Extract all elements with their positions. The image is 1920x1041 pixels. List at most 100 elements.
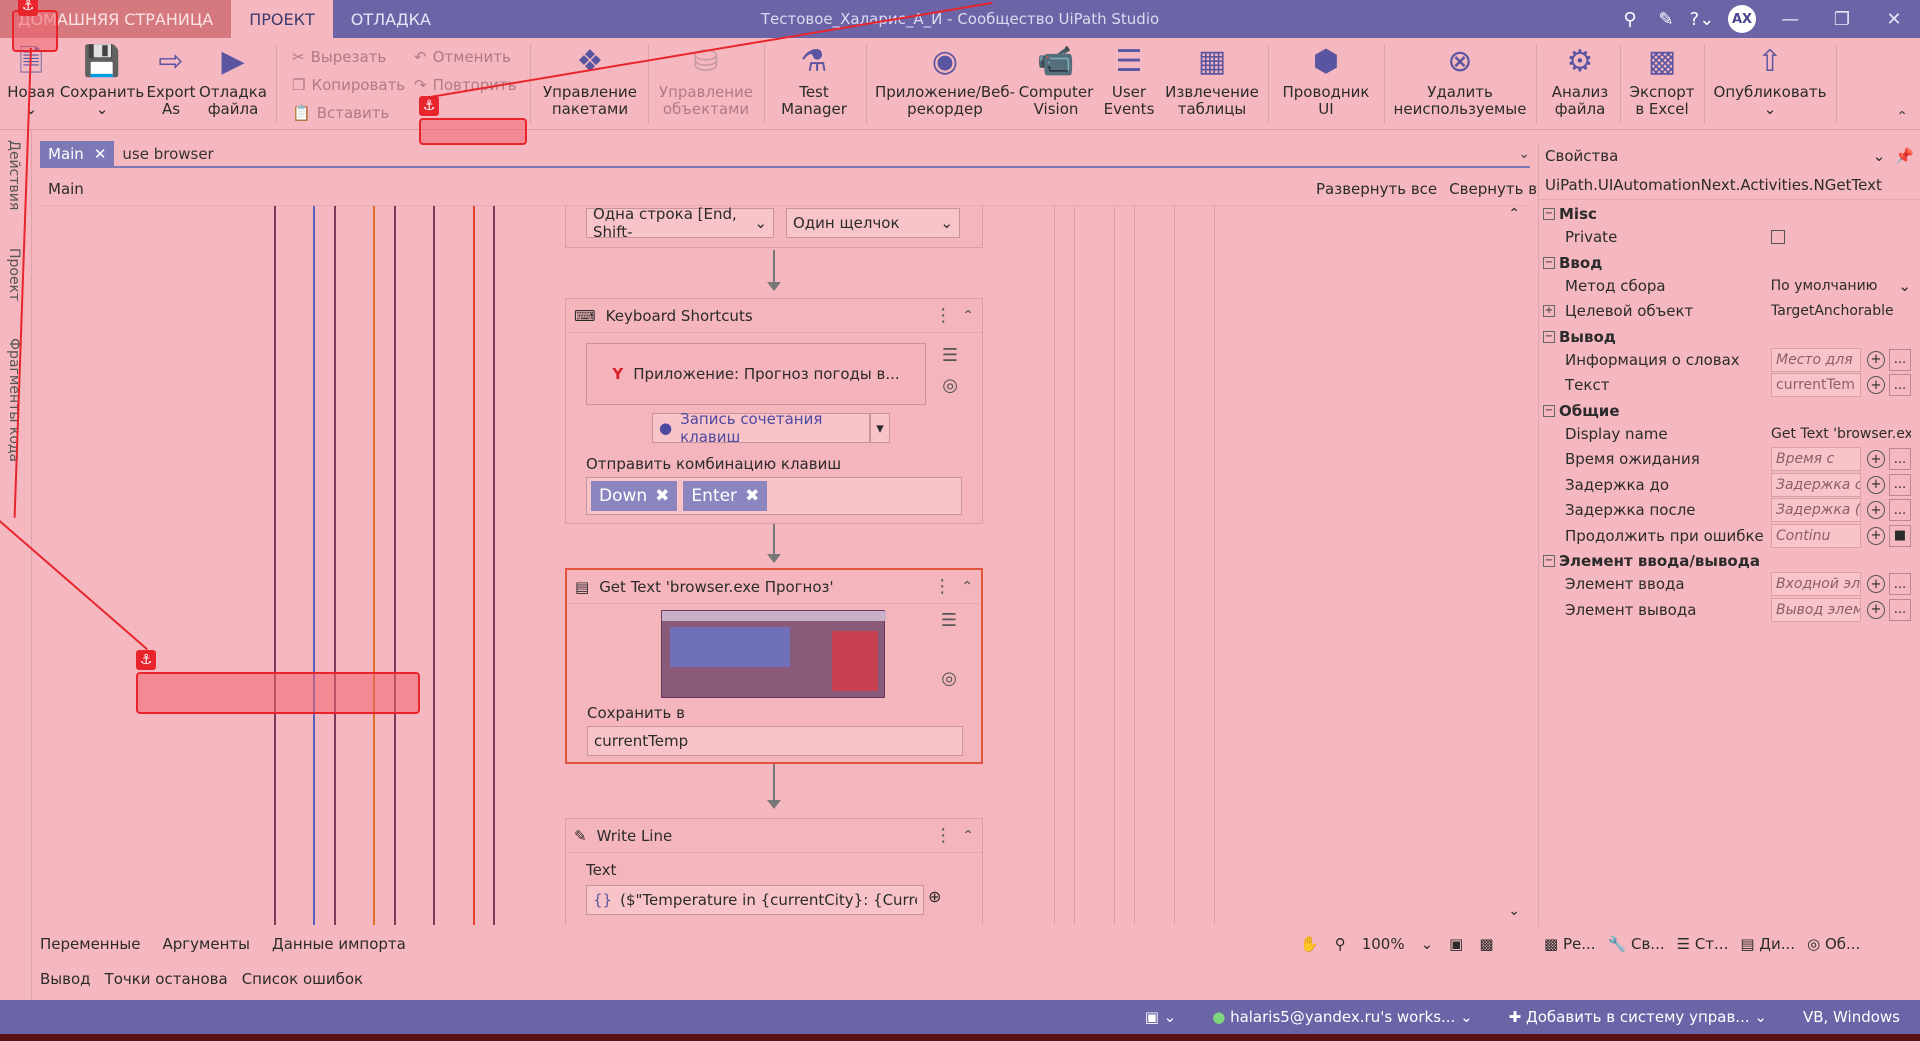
feedback-icon[interactable]: ✎ [1648,0,1684,38]
publish-button[interactable]: ⇧ Опубликовать ⌄ [1710,38,1830,130]
collapse-icon[interactable]: ⌃ [961,579,973,595]
test-manager-button[interactable]: ⚗ Test Manager [770,38,858,130]
scroll-up-icon[interactable]: ⌃ [1508,206,1520,222]
key-chip[interactable]: Down ✖ [591,481,678,511]
file-analysis-button[interactable]: ⚙ Анализ файла [1540,38,1620,130]
add-icon[interactable]: + [1867,376,1885,394]
search-icon[interactable]: ⚲ [1612,0,1648,38]
help-icon[interactable]: ?⌄ [1684,0,1720,38]
property-value[interactable]: По умолчанию [1771,278,1911,294]
property-row[interactable]: Задержка до Задержка с +... [1539,471,1911,499]
remove-key-icon[interactable]: ✖ [745,486,759,506]
target-icon[interactable]: ◎ [942,375,958,396]
scroll-down-icon[interactable]: ⌄ [1508,903,1520,919]
restore-button[interactable]: ❐ [1816,0,1868,38]
keyboard-shortcuts-activity[interactable]: ⌨ Keyboard Shortcuts ⋮ ⌃ Y Приложение: П… [565,298,983,524]
add-icon[interactable]: + [1867,475,1885,494]
property-row[interactable]: Элемент вывода Вывод элем +... [1539,596,1911,624]
target-icon[interactable]: ◎ [941,668,957,689]
property-value[interactable]: Get Text 'browser.exe [1771,426,1911,442]
collapse-category-icon[interactable]: − [1543,330,1555,343]
project-panel-tab[interactable]: Проект [6,248,22,301]
pin-icon[interactable]: 📌 [1895,147,1914,165]
more-options-icon[interactable]: ⋮ [934,305,952,326]
collapse-category-icon[interactable]: − [1543,256,1555,269]
screenshot-preview[interactable] [661,610,886,698]
footer-tab-dialogs[interactable]: ▤ Ди... [1740,935,1795,953]
more-options-icon[interactable]: ⋮ [934,825,952,846]
copy-button[interactable]: ❐ Копировать [292,74,405,96]
breadcrumb[interactable]: Main [48,180,84,198]
more-options-icon[interactable]: ⋮ [933,576,951,597]
ellipsis-button[interactable]: ... [1889,598,1911,621]
pan-hand-icon[interactable]: ✋ [1300,935,1319,953]
ellipsis-button[interactable]: ... [1889,448,1911,470]
property-value[interactable]: currentTem [1771,373,1861,397]
previous-activity-card[interactable]: Одна строка [End, Shift- ⌄ Один щелчок ⌄ [565,206,983,248]
collapse-category-icon[interactable]: − [1543,555,1555,567]
chevron-down-icon[interactable]: ⌄ [1421,935,1434,953]
user-events-button[interactable]: ☰ User Events [1098,38,1160,130]
save-button[interactable]: 💾 Сохранить ⌄ [60,38,144,130]
workspace-account[interactable]: ● halaris5@yandex.ru's works... ⌄ [1212,1008,1472,1026]
add-icon[interactable]: + [1867,501,1885,519]
property-row[interactable]: Display name Get Text 'browser.exe [1539,420,1911,448]
property-row[interactable]: Время ожидания Время с +... [1539,445,1911,473]
chevron-down-icon[interactable]: ⌄ [1518,146,1530,162]
add-icon[interactable]: + [1867,526,1885,545]
menu-icon[interactable]: ☰ [942,345,958,366]
chevron-down-icon[interactable]: ⌄ [1873,147,1886,165]
source-control-icon[interactable]: ▣ ⌄ [1145,1008,1177,1026]
export-excel-button[interactable]: ▩ Экспорт в Excel [1624,38,1700,130]
collapse-category-icon[interactable]: − [1543,208,1555,220]
designer-canvas[interactable]: Одна строка [End, Shift- ⌄ Один щелчок ⌄ ⌨… [40,205,1530,925]
table-extraction-button[interactable]: ▦ Извлечение таблицы [1164,38,1260,130]
record-options-dropdown[interactable]: ▾ [870,413,890,443]
property-value[interactable]: Задержка с [1771,472,1861,497]
collapse-ribbon-icon[interactable]: ⌃ [1896,109,1908,125]
add-icon[interactable]: ⊕ [928,887,941,906]
collapse-category-icon[interactable]: − [1543,404,1555,417]
close-icon[interactable]: ✕ [94,145,107,163]
overview-icon[interactable]: ▩ [1479,935,1493,953]
ellipsis-button[interactable]: ... [1889,374,1911,396]
search-text[interactable]: use browser [122,145,213,163]
manage-packages-button[interactable]: ❖ Управление пакетами [538,38,642,130]
property-value[interactable]: TargetAnchorable [1771,303,1911,319]
property-row[interactable]: Элемент ввода Входной эл +... [1539,570,1911,598]
private-checkbox[interactable] [1771,230,1785,244]
ellipsis-button[interactable]: ... [1889,573,1911,595]
add-icon[interactable]: + [1867,350,1885,369]
toggle-box[interactable]: ■ [1889,524,1911,547]
property-row[interactable]: Информация о словах Место для +... [1539,346,1911,374]
breakpoints-tab[interactable]: Точки останова [105,970,228,988]
footer-tab-resources[interactable]: ▩ Ре... [1544,935,1596,953]
arguments-tab[interactable]: Аргументы [163,935,250,953]
menu-icon[interactable]: ☰ [941,610,957,631]
imports-tab[interactable]: Данные импорта [272,935,406,953]
write-line-text-field[interactable]: {} ($"Temperature in {currentCity}: {Cur… [586,885,924,915]
computer-vision-button[interactable]: 📹 Computer Vision [1018,38,1094,130]
collapse-icon[interactable]: ⌃ [962,828,974,844]
footer-tab-objects[interactable]: ◎ Об... [1807,935,1860,953]
activities-panel-tab[interactable]: Действия [6,140,22,210]
ellipsis-button[interactable]: ... [1889,473,1911,496]
click-type-dropdown[interactable]: Один щелчок ⌄ [786,208,960,238]
footer-tab-outline[interactable]: ☰ Ст... [1677,935,1729,953]
key-chip[interactable]: Enter ✖ [683,481,768,511]
property-row[interactable]: Метод сбора По умолчанию ⌄ [1539,272,1911,300]
ui-explorer-button[interactable]: ⬢ Проводник UI [1274,38,1378,130]
ellipsis-button[interactable]: ... [1889,348,1911,371]
undo-button[interactable]: ↶ Отменить [414,46,517,68]
target-application[interactable]: Y Приложение: Прогноз погоды в... [586,343,926,405]
tab-project[interactable]: ПРОЕКТ [231,0,333,38]
property-value[interactable]: Время с [1771,447,1861,471]
fit-screen-icon[interactable]: ▣ [1449,935,1463,953]
zoom-search-icon[interactable]: ⚲ [1335,935,1346,953]
property-value[interactable]: Место для [1771,347,1861,372]
property-row[interactable]: Продолжить при ошибке Continu + ■ [1539,522,1911,550]
error-list-tab[interactable]: Список ошибок [242,970,363,988]
add-icon[interactable]: + [1867,575,1885,593]
output-tab[interactable]: Вывод [40,970,91,988]
remove-key-icon[interactable]: ✖ [655,486,669,506]
